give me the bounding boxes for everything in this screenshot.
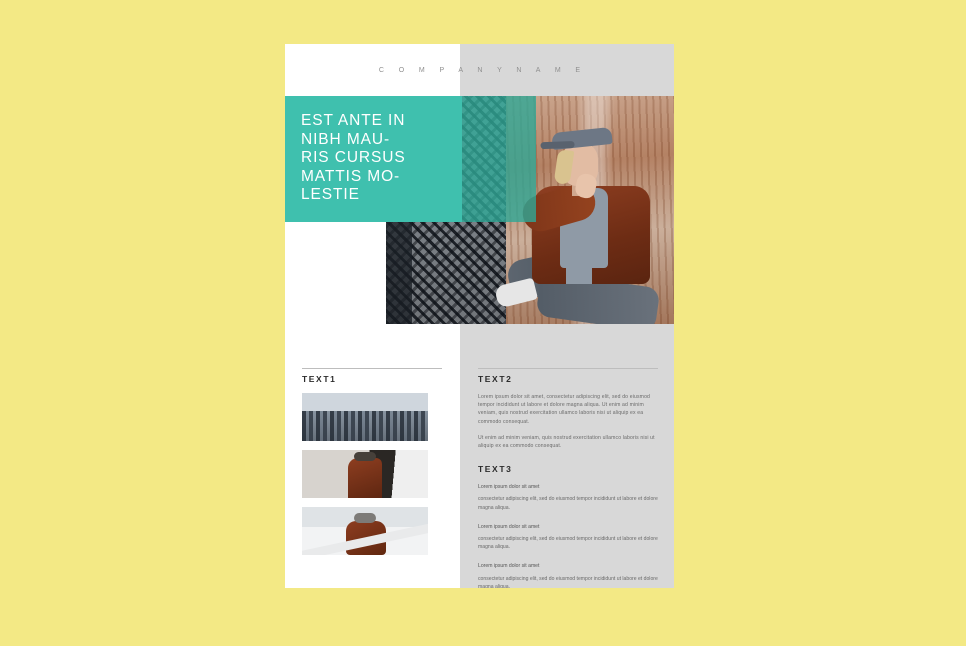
company-name: C O M P A N Y N A M E xyxy=(378,66,587,74)
text3-item-2-body: consectetur adipiscing elit, sed do eius… xyxy=(478,536,658,551)
thumbnail-rail xyxy=(302,521,428,555)
left-column: TEXT1 xyxy=(302,374,442,564)
hero-headline: EST ANTE IN NIBH MAU- RIS CURSUS MATTIS … xyxy=(301,112,406,203)
text3-item-1-lead: Lorem ipsum dolor sit amet xyxy=(478,484,540,491)
divider-right xyxy=(478,368,658,369)
body-section: TEXT1 TEXT2 Lorem ipsum dolor sit amet, … xyxy=(285,324,674,588)
thumbnail-man-wall[interactable] xyxy=(302,450,428,498)
flyer-page: C O M P A N Y N A M E EST ANTE IN NIBH M… xyxy=(285,44,674,588)
section-title-text3: TEXT3 xyxy=(478,464,513,475)
text3-item-2-lead: Lorem ipsum dolor sit amet xyxy=(478,523,540,530)
text3-item-1-body: consectetur adipiscing elit, sed do eius… xyxy=(478,496,658,511)
hero-figure xyxy=(493,126,664,324)
figure-cap xyxy=(551,126,613,151)
section-title-text2: TEXT2 xyxy=(478,374,513,384)
right-column: TEXT2 Lorem ipsum dolor sit amet, consec… xyxy=(478,374,658,588)
section-title-text1: TEXT1 xyxy=(302,374,337,384)
thumbnail-man-snow[interactable] xyxy=(302,507,428,555)
text2-paragraph-1: Lorem ipsum dolor sit amet, consectetur … xyxy=(478,394,651,425)
text3-item-3-body: consectetur adipiscing elit, sed do eius… xyxy=(478,575,658,588)
thumbnail-city-skyline[interactable] xyxy=(302,393,428,441)
divider-left xyxy=(302,368,442,369)
text3-item-3-lead: Lorem ipsum dolor sit amet xyxy=(478,563,540,570)
text2-paragraph-2: Ut enim ad minim veniam, quis nostrud ex… xyxy=(478,434,655,450)
